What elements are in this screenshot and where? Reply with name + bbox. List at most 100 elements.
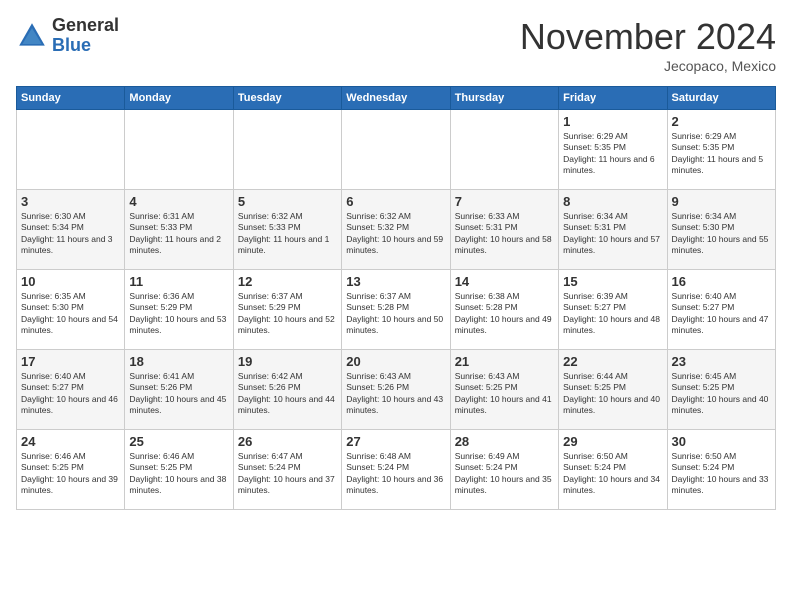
day-number: 3 <box>21 194 120 209</box>
header-wednesday: Wednesday <box>342 87 450 110</box>
calendar-cell: 12 Sunrise: 6:37 AM Sunset: 5:29 PM Dayli… <box>233 270 341 350</box>
day-number: 18 <box>129 354 228 369</box>
day-number: 28 <box>455 434 554 449</box>
day-info: Sunrise: 6:33 AM Sunset: 5:31 PM Dayligh… <box>455 211 554 257</box>
calendar-cell: 4 Sunrise: 6:31 AM Sunset: 5:33 PM Daylig… <box>125 190 233 270</box>
logo-blue: Blue <box>52 36 119 56</box>
header-monday: Monday <box>125 87 233 110</box>
calendar-cell <box>342 110 450 190</box>
day-info: Sunrise: 6:45 AM Sunset: 5:25 PM Dayligh… <box>672 371 771 417</box>
calendar-cell: 10 Sunrise: 6:35 AM Sunset: 5:30 PM Dayli… <box>17 270 125 350</box>
day-number: 15 <box>563 274 662 289</box>
day-info: Sunrise: 6:34 AM Sunset: 5:31 PM Dayligh… <box>563 211 662 257</box>
day-info: Sunrise: 6:50 AM Sunset: 5:24 PM Dayligh… <box>563 451 662 497</box>
day-info: Sunrise: 6:37 AM Sunset: 5:28 PM Dayligh… <box>346 291 445 337</box>
day-number: 29 <box>563 434 662 449</box>
calendar-cell: 27 Sunrise: 6:48 AM Sunset: 5:24 PM Dayli… <box>342 430 450 510</box>
day-number: 9 <box>672 194 771 209</box>
calendar-cell: 18 Sunrise: 6:41 AM Sunset: 5:26 PM Dayli… <box>125 350 233 430</box>
day-info: Sunrise: 6:31 AM Sunset: 5:33 PM Dayligh… <box>129 211 228 257</box>
calendar-cell: 5 Sunrise: 6:32 AM Sunset: 5:33 PM Daylig… <box>233 190 341 270</box>
day-info: Sunrise: 6:41 AM Sunset: 5:26 PM Dayligh… <box>129 371 228 417</box>
calendar-cell: 3 Sunrise: 6:30 AM Sunset: 5:34 PM Daylig… <box>17 190 125 270</box>
day-info: Sunrise: 6:30 AM Sunset: 5:34 PM Dayligh… <box>21 211 120 257</box>
day-info: Sunrise: 6:38 AM Sunset: 5:28 PM Dayligh… <box>455 291 554 337</box>
day-number: 13 <box>346 274 445 289</box>
calendar-week-1: 1 Sunrise: 6:29 AM Sunset: 5:35 PM Daylig… <box>17 110 776 190</box>
calendar-cell <box>233 110 341 190</box>
day-number: 21 <box>455 354 554 369</box>
calendar-cell: 13 Sunrise: 6:37 AM Sunset: 5:28 PM Dayli… <box>342 270 450 350</box>
day-number: 19 <box>238 354 337 369</box>
calendar-cell <box>450 110 558 190</box>
calendar-cell: 30 Sunrise: 6:50 AM Sunset: 5:24 PM Dayli… <box>667 430 775 510</box>
calendar-cell <box>125 110 233 190</box>
day-info: Sunrise: 6:34 AM Sunset: 5:30 PM Dayligh… <box>672 211 771 257</box>
day-number: 27 <box>346 434 445 449</box>
day-number: 20 <box>346 354 445 369</box>
day-number: 30 <box>672 434 771 449</box>
day-number: 17 <box>21 354 120 369</box>
day-info: Sunrise: 6:36 AM Sunset: 5:29 PM Dayligh… <box>129 291 228 337</box>
month-title: November 2024 <box>520 16 776 58</box>
day-info: Sunrise: 6:35 AM Sunset: 5:30 PM Dayligh… <box>21 291 120 337</box>
logo-icon <box>16 20 48 52</box>
day-info: Sunrise: 6:42 AM Sunset: 5:26 PM Dayligh… <box>238 371 337 417</box>
calendar-week-2: 3 Sunrise: 6:30 AM Sunset: 5:34 PM Daylig… <box>17 190 776 270</box>
header-friday: Friday <box>559 87 667 110</box>
day-number: 11 <box>129 274 228 289</box>
day-info: Sunrise: 6:44 AM Sunset: 5:25 PM Dayligh… <box>563 371 662 417</box>
day-info: Sunrise: 6:32 AM Sunset: 5:33 PM Dayligh… <box>238 211 337 257</box>
calendar-week-3: 10 Sunrise: 6:35 AM Sunset: 5:30 PM Dayli… <box>17 270 776 350</box>
page-header: General Blue November 2024 Jecopaco, Mex… <box>16 16 776 74</box>
day-number: 5 <box>238 194 337 209</box>
calendar-cell: 7 Sunrise: 6:33 AM Sunset: 5:31 PM Daylig… <box>450 190 558 270</box>
calendar-cell: 16 Sunrise: 6:40 AM Sunset: 5:27 PM Dayli… <box>667 270 775 350</box>
day-info: Sunrise: 6:37 AM Sunset: 5:29 PM Dayligh… <box>238 291 337 337</box>
day-number: 8 <box>563 194 662 209</box>
calendar-cell: 26Sunrise: 6:47 AM Sunset: 5:24 PM Dayli… <box>233 430 341 510</box>
calendar-cell: 21Sunrise: 6:43 AM Sunset: 5:25 PM Dayli… <box>450 350 558 430</box>
logo-general: General <box>52 16 119 36</box>
calendar-cell: 2 Sunrise: 6:29 AM Sunset: 5:35 PM Daylig… <box>667 110 775 190</box>
day-number: 26 <box>238 434 337 449</box>
day-number: 2 <box>672 114 771 129</box>
day-info: Sunrise: 6:32 AM Sunset: 5:32 PM Dayligh… <box>346 211 445 257</box>
day-number: 7 <box>455 194 554 209</box>
day-number: 6 <box>346 194 445 209</box>
day-info: Sunrise: 6:29 AM Sunset: 5:35 PM Dayligh… <box>672 131 771 177</box>
location: Jecopaco, Mexico <box>520 58 776 74</box>
calendar-cell: 9 Sunrise: 6:34 AM Sunset: 5:30 PM Daylig… <box>667 190 775 270</box>
calendar-cell: 14Sunrise: 6:38 AM Sunset: 5:28 PM Dayli… <box>450 270 558 350</box>
day-info: Sunrise: 6:48 AM Sunset: 5:24 PM Dayligh… <box>346 451 445 497</box>
day-number: 23 <box>672 354 771 369</box>
day-info: Sunrise: 6:43 AM Sunset: 5:26 PM Dayligh… <box>346 371 445 417</box>
day-info: Sunrise: 6:46 AM Sunset: 5:25 PM Dayligh… <box>21 451 120 497</box>
calendar-week-4: 17Sunrise: 6:40 AM Sunset: 5:27 PM Dayli… <box>17 350 776 430</box>
day-number: 4 <box>129 194 228 209</box>
calendar-cell: 29 Sunrise: 6:50 AM Sunset: 5:24 PM Dayli… <box>559 430 667 510</box>
calendar-cell: 11 Sunrise: 6:36 AM Sunset: 5:29 PM Dayli… <box>125 270 233 350</box>
day-number: 12 <box>238 274 337 289</box>
calendar-cell: 22 Sunrise: 6:44 AM Sunset: 5:25 PM Dayli… <box>559 350 667 430</box>
calendar-cell: 24Sunrise: 6:46 AM Sunset: 5:25 PM Dayli… <box>17 430 125 510</box>
calendar-cell: 28Sunrise: 6:49 AM Sunset: 5:24 PM Dayli… <box>450 430 558 510</box>
header-thursday: Thursday <box>450 87 558 110</box>
day-info: Sunrise: 6:50 AM Sunset: 5:24 PM Dayligh… <box>672 451 771 497</box>
day-number: 10 <box>21 274 120 289</box>
calendar-cell: 1 Sunrise: 6:29 AM Sunset: 5:35 PM Daylig… <box>559 110 667 190</box>
logo: General Blue <box>16 16 119 56</box>
header-sunday: Sunday <box>17 87 125 110</box>
calendar-cell: 6 Sunrise: 6:32 AM Sunset: 5:32 PM Daylig… <box>342 190 450 270</box>
day-number: 22 <box>563 354 662 369</box>
calendar-cell <box>17 110 125 190</box>
day-info: Sunrise: 6:29 AM Sunset: 5:35 PM Dayligh… <box>563 131 662 177</box>
day-number: 1 <box>563 114 662 129</box>
day-info: Sunrise: 6:40 AM Sunset: 5:27 PM Dayligh… <box>672 291 771 337</box>
day-info: Sunrise: 6:46 AM Sunset: 5:25 PM Dayligh… <box>129 451 228 497</box>
calendar-week-5: 24Sunrise: 6:46 AM Sunset: 5:25 PM Dayli… <box>17 430 776 510</box>
logo-text: General Blue <box>52 16 119 56</box>
calendar-cell: 23 Sunrise: 6:45 AM Sunset: 5:25 PM Dayli… <box>667 350 775 430</box>
day-number: 16 <box>672 274 771 289</box>
calendar-cell: 20 Sunrise: 6:43 AM Sunset: 5:26 PM Dayli… <box>342 350 450 430</box>
